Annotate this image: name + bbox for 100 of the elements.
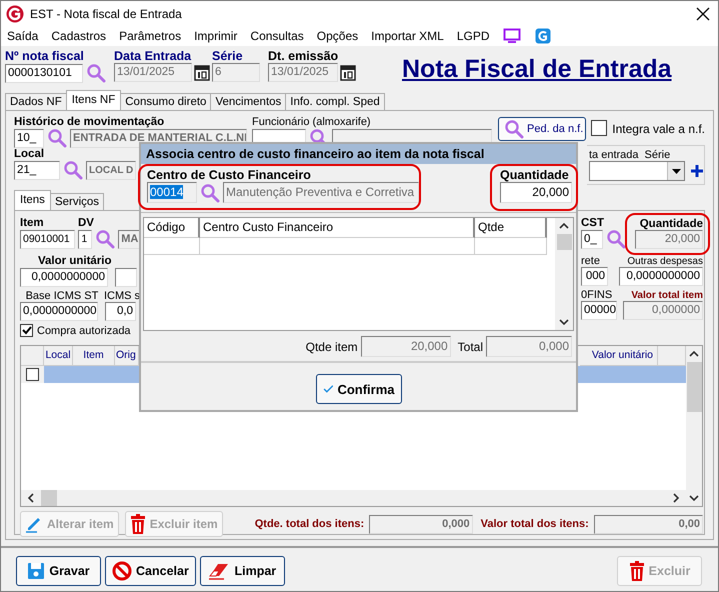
- confirm-button[interactable]: Confirma: [316, 374, 402, 404]
- field-label: Qtde item: [306, 340, 358, 354]
- dropdown-arrow-icon[interactable]: [672, 168, 680, 174]
- eraser-icon: [208, 562, 230, 580]
- field-label: Local: [14, 148, 46, 160]
- menu-item[interactable]: Importar XML: [371, 29, 444, 43]
- search-icon[interactable]: [95, 229, 116, 249]
- field-label: Quantidade: [500, 168, 570, 182]
- horizontal-scrollbar[interactable]: [21, 490, 686, 506]
- field-label: Valor total item: [630, 290, 703, 300]
- search-icon[interactable]: [86, 63, 106, 83]
- search-icon[interactable]: [200, 182, 220, 202]
- field-label: Centro de Custo Financeiro: [147, 168, 312, 182]
- menu-item[interactable]: Parâmetros: [119, 29, 182, 43]
- scroll-right-icon[interactable]: [672, 493, 680, 503]
- input-field[interactable]: 000: [581, 267, 608, 286]
- add-icon[interactable]: [691, 165, 703, 177]
- input-field: 20,000: [360, 336, 451, 357]
- input-field[interactable]: 0,0000000000: [619, 266, 703, 286]
- menu-item[interactable]: Opções: [316, 29, 358, 43]
- search-icon[interactable]: [47, 128, 67, 148]
- checkbox-label[interactable]: Compra autorizada: [37, 324, 131, 336]
- tab[interactable]: Itens NF: [66, 90, 122, 110]
- scroll-thumb[interactable]: [41, 490, 57, 506]
- input-field: 20,000: [635, 230, 703, 248]
- calendar-icon[interactable]: [340, 64, 356, 80]
- monitor-icon[interactable]: [502, 28, 521, 44]
- table-cell[interactable]: [200, 238, 475, 255]
- input-field: Manutenção Preventiva e Corretiva: [223, 182, 419, 203]
- checkbox[interactable]: [591, 120, 608, 136]
- vertical-scrollbar[interactable]: [686, 346, 702, 506]
- tab[interactable]: Dados NF: [5, 93, 67, 110]
- total-field: 0,00: [594, 514, 703, 534]
- input-field[interactable]: 10_: [14, 128, 44, 148]
- input-field[interactable]: 21_: [14, 160, 60, 180]
- input-field: MA: [118, 230, 140, 248]
- window-title: EST - Nota fiscal de Entrada: [30, 6, 182, 20]
- field-label: CST: [581, 217, 605, 229]
- field-label: Série: [644, 149, 670, 161]
- calendar-icon[interactable]: [194, 64, 210, 80]
- order-button[interactable]: Ped. da n.f.: [498, 117, 586, 141]
- scroll-up-icon[interactable]: [559, 222, 569, 230]
- scroll-thumb[interactable]: [686, 362, 702, 412]
- action-button[interactable]: Limpar: [200, 556, 285, 586]
- input-field[interactable]: 0,0000000000: [20, 268, 108, 287]
- input-field[interactable]: 13/01/2025: [268, 63, 338, 82]
- input-field[interactable]: 0_: [581, 230, 603, 248]
- column-header[interactable]: Código: [144, 218, 200, 238]
- field-label: 0FINS: [581, 289, 614, 301]
- input-field[interactable]: 0,0000000000: [20, 302, 98, 321]
- column-header[interactable]: Qtde: [475, 218, 547, 238]
- column-header[interactable]: Centro Custo Financeiro: [200, 218, 475, 238]
- input-field[interactable]: 0000130101: [5, 64, 83, 82]
- field-label: Total: [458, 340, 483, 354]
- action-button[interactable]: Gravar: [16, 556, 101, 586]
- input-field[interactable]: 00014: [147, 182, 197, 203]
- app-shortcut-icon[interactable]: [534, 28, 551, 44]
- checkbox-label[interactable]: Integra vale a n.f.: [612, 122, 705, 136]
- input-field[interactable]: 20,000: [500, 182, 572, 203]
- input-field[interactable]: 0,0: [105, 302, 136, 321]
- field-label: Base ICMS ST: [24, 290, 100, 302]
- dialog-title: Associa centro de custo financeiro ao item da nota fiscal: [141, 144, 576, 164]
- table-cell[interactable]: [144, 238, 200, 255]
- scroll-thumb[interactable]: [556, 234, 572, 250]
- tab[interactable]: Itens: [14, 190, 51, 210]
- input-field[interactable]: 13/01/2025: [114, 63, 192, 82]
- search-icon[interactable]: [504, 119, 524, 139]
- menu-item[interactable]: LGPD: [456, 29, 490, 43]
- checkbox[interactable]: [20, 324, 33, 337]
- scroll-down-icon[interactable]: [559, 318, 569, 326]
- pencil-icon: [25, 515, 43, 533]
- input-field[interactable]: 6: [212, 63, 260, 82]
- trash-icon: [628, 561, 645, 581]
- checkbox[interactable]: [26, 368, 39, 381]
- field-label: Outras despesas: [626, 256, 703, 266]
- menu-item[interactable]: Consultas: [250, 29, 304, 43]
- search-icon[interactable]: [606, 229, 626, 249]
- field-label: Data Entrada: [114, 49, 192, 63]
- action-button[interactable]: Cancelar: [105, 556, 196, 586]
- input-field[interactable]: 1: [78, 230, 92, 248]
- input-field[interactable]: 00000: [581, 301, 617, 320]
- input-field[interactable]: [115, 268, 137, 287]
- field-label: Dt. emissão: [268, 49, 340, 63]
- dropdown[interactable]: [589, 161, 685, 181]
- scroll-down-icon[interactable]: [689, 494, 699, 502]
- tab[interactable]: Serviços: [50, 193, 104, 210]
- search-icon[interactable]: [63, 160, 83, 180]
- no-entry-icon: [112, 561, 132, 581]
- scroll-up-icon[interactable]: [689, 350, 699, 358]
- menu-item[interactable]: Saída: [7, 29, 38, 43]
- menu-item[interactable]: Cadastros: [51, 29, 106, 43]
- scroll-left-icon[interactable]: [27, 493, 35, 503]
- field-label: Nº nota fiscal: [5, 49, 85, 63]
- menu-item[interactable]: Imprimir: [194, 29, 238, 43]
- input-field[interactable]: 09010001: [20, 230, 76, 248]
- app-logo-icon: [6, 4, 24, 22]
- field-label: DV: [78, 217, 94, 229]
- total-field: 0,000: [369, 514, 473, 534]
- close-icon[interactable]: [696, 6, 710, 20]
- tab[interactable]: Info. compl. Sped: [285, 93, 385, 110]
